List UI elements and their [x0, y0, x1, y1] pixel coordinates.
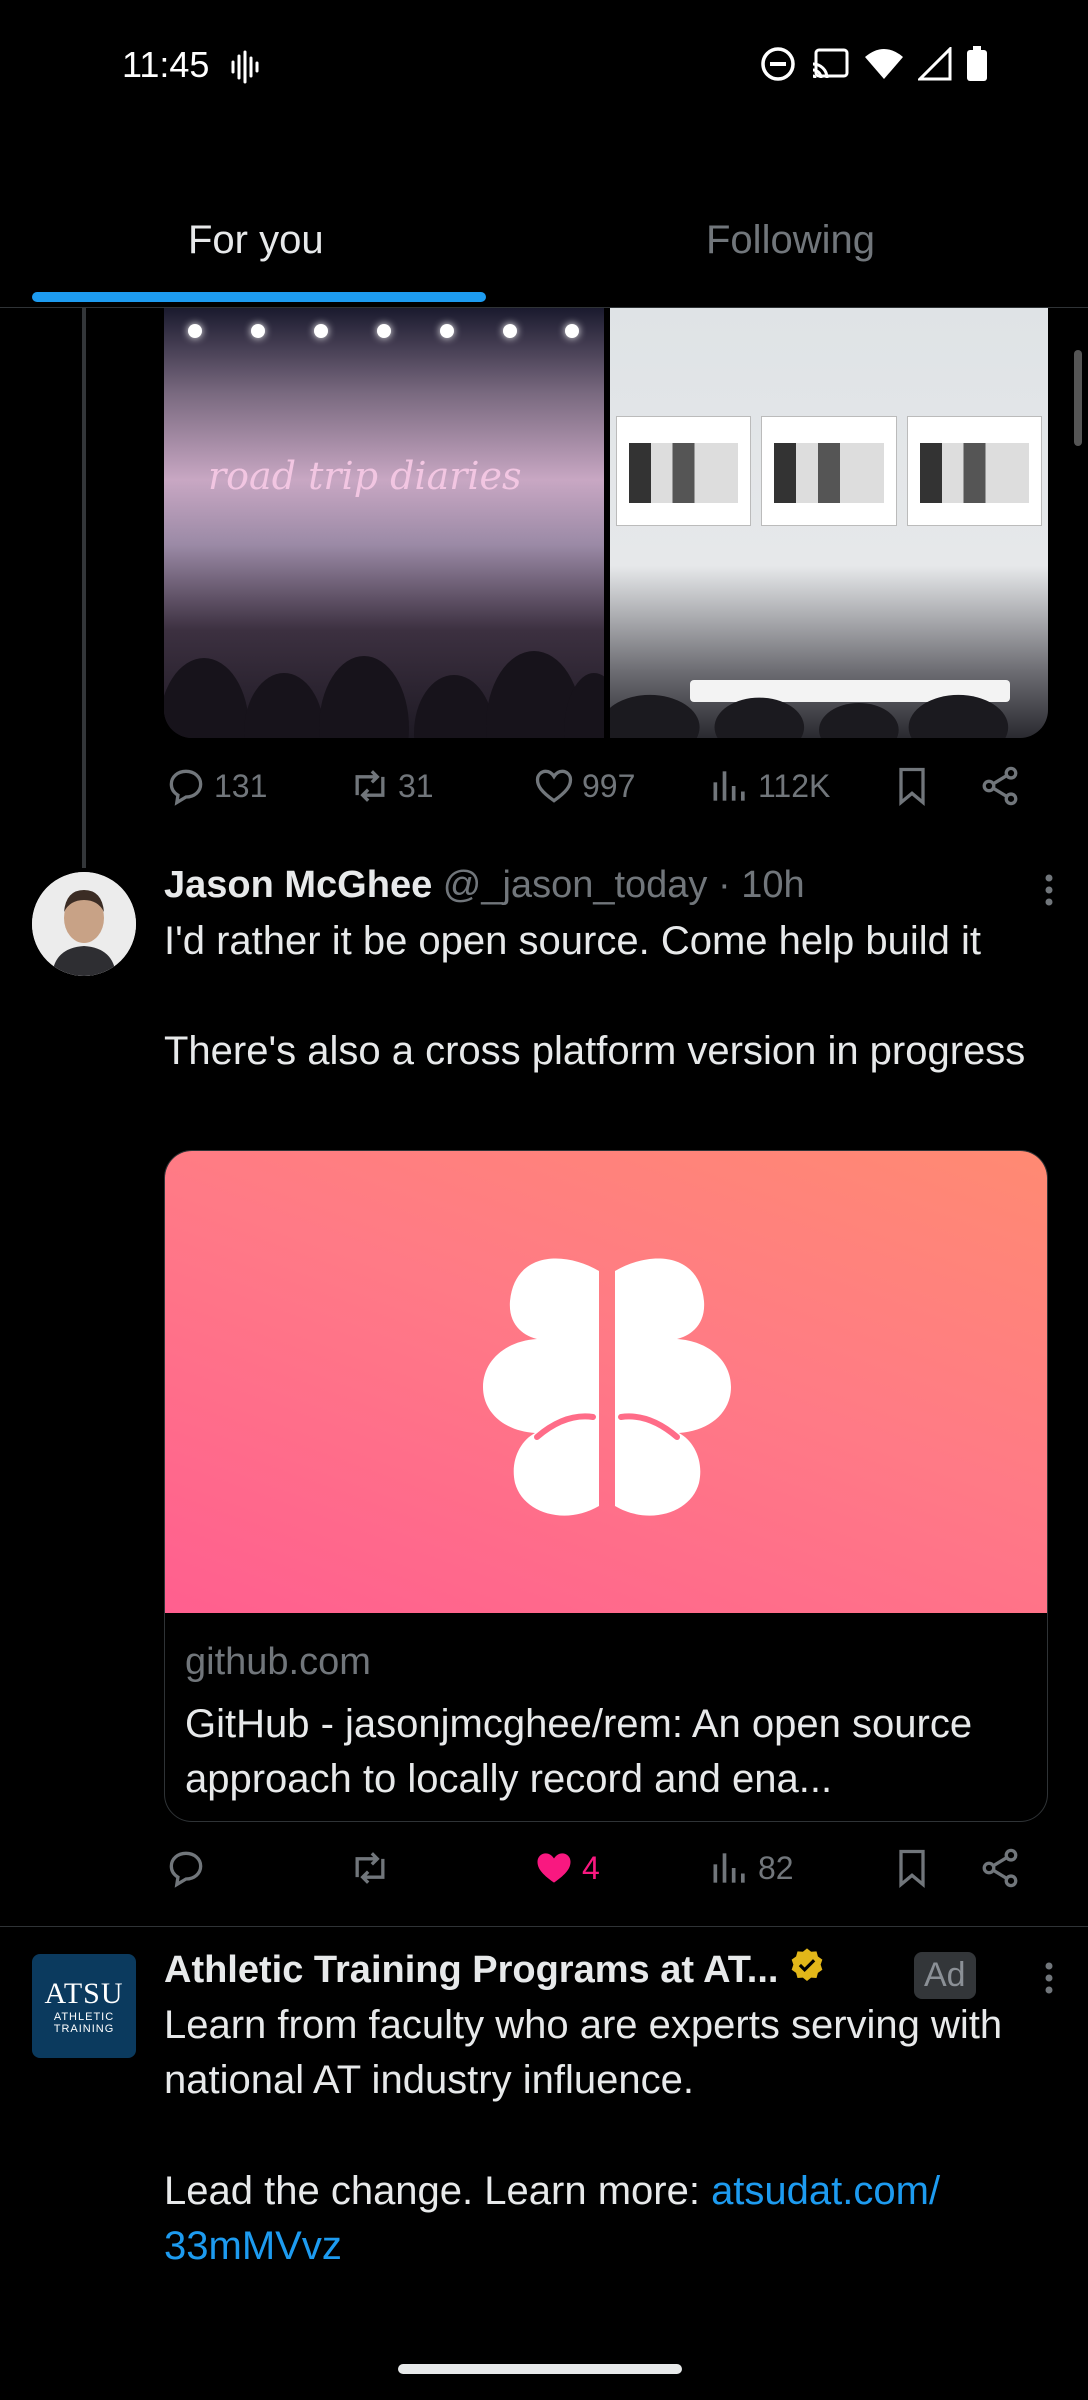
brain-logo-icon	[483, 1258, 731, 1516]
scrollbar[interactable]	[1074, 350, 1082, 446]
heart-filled-icon	[537, 1853, 571, 1883]
media-photo-presentation[interactable]: road trip diaries	[164, 308, 604, 738]
cast-icon	[810, 47, 850, 86]
link-card[interactable]: github.com GitHub - jasonjmcghee/rem: An…	[164, 1150, 1048, 1822]
thread-line	[82, 308, 86, 868]
verified-badge-icon	[788, 1946, 826, 1994]
link-card-title: GitHub - jasonjmcghee/rem: An open sourc…	[185, 1702, 973, 1801]
ad-cta: Lead the change. Learn more: atsudat.com…	[164, 2164, 1044, 2274]
voicemail-wave-icon	[230, 50, 260, 89]
more-options-icon[interactable]	[1042, 1960, 1056, 2001]
advertiser-name[interactable]: Athletic Training Programs at AT...	[164, 1949, 778, 1992]
tweet-divider	[0, 1926, 1088, 1927]
reply-button[interactable]	[164, 1846, 214, 1890]
status-bar: 11:45	[0, 0, 1088, 130]
atsu-logo-text: ATSU	[44, 1977, 124, 2010]
repost-button[interactable]: 31	[348, 764, 434, 808]
author-handle[interactable]: @_jason_today	[443, 864, 708, 906]
share-icon	[982, 1848, 1018, 1888]
heart-icon	[535, 769, 573, 803]
ad-text: Learn from faculty who are experts servi…	[164, 2003, 1014, 2102]
more-options-icon[interactable]	[1042, 872, 1056, 913]
home-indicator[interactable]	[398, 2364, 682, 2374]
audience-silhouettes-right	[610, 694, 1009, 738]
wifi-icon	[864, 47, 904, 86]
media-overlay-text: road trip diaries	[208, 454, 522, 498]
reply-icon	[169, 1851, 203, 1888]
repost-button[interactable]	[348, 1846, 398, 1890]
reply-button[interactable]: 131	[164, 764, 267, 808]
bookmark-icon	[899, 767, 925, 807]
bar-chart-icon	[713, 771, 745, 801]
tweet-time: · 10h	[718, 864, 805, 906]
prev-tweet-actions: 131 31 997 112K	[164, 764, 1048, 824]
tweet-media-grid: road trip diaries	[164, 308, 1048, 738]
like-button[interactable]: 4	[532, 1846, 600, 1890]
tweet-text: I'd rather it be open source. Come help …	[164, 919, 1026, 1073]
reply-count: 131	[214, 767, 268, 804]
audience-silhouettes	[164, 651, 604, 738]
avatar[interactable]	[32, 872, 136, 976]
status-icons	[760, 45, 988, 87]
person-avatar-icon	[32, 872, 136, 976]
link-card-domain: github.com	[185, 1641, 371, 1683]
avatar[interactable]: ATSU ATHLETIC TRAINING	[32, 1954, 136, 2058]
repost-icon	[355, 1852, 385, 1884]
tab-indicator	[32, 292, 486, 302]
status-time: 11:45	[122, 44, 210, 85]
tab-for-you[interactable]: For you	[188, 218, 324, 263]
author-name[interactable]: Jason McGhee	[164, 864, 432, 906]
stage-lights	[164, 324, 604, 338]
ad-header: Athletic Training Programs at AT...	[164, 1946, 826, 1994]
repost-icon	[355, 770, 385, 802]
like-count: 997	[582, 767, 636, 804]
ad-badge: Ad	[914, 1952, 976, 1999]
media-photo-screen[interactable]	[610, 308, 1048, 738]
share-icon	[982, 766, 1018, 806]
tab-following[interactable]: Following	[706, 218, 875, 263]
ad-cta-prefix: Lead the change. Learn more:	[164, 2169, 712, 2213]
views-count: 82	[758, 1849, 794, 1886]
tweet-actions: 4 82	[164, 1846, 1048, 1906]
atsu-logo-subtext: ATHLETIC TRAINING	[53, 2011, 115, 2035]
bookmark-icon	[899, 1849, 925, 1889]
views-button[interactable]: 82	[708, 1846, 794, 1890]
like-count: 4	[582, 1849, 600, 1886]
bar-chart-icon	[713, 1853, 745, 1883]
signal-icon	[916, 45, 952, 86]
share-button[interactable]	[978, 1846, 1022, 1890]
reply-icon	[169, 769, 203, 806]
battery-icon	[966, 46, 988, 87]
views-button[interactable]: 112K	[708, 764, 830, 808]
link-card-image	[165, 1151, 1047, 1613]
repost-count: 31	[398, 767, 434, 804]
share-button[interactable]	[978, 764, 1022, 808]
bookmark-button[interactable]	[890, 764, 934, 808]
tweet-header: Jason McGhee @_jason_today · 10h	[164, 864, 805, 907]
screen-cards	[610, 416, 1048, 526]
views-count: 112K	[758, 767, 831, 804]
timeline-tabs: For you Following	[0, 180, 1088, 308]
dnd-icon	[760, 46, 796, 87]
like-button[interactable]: 997	[532, 764, 635, 808]
bookmark-button[interactable]	[890, 1846, 934, 1890]
